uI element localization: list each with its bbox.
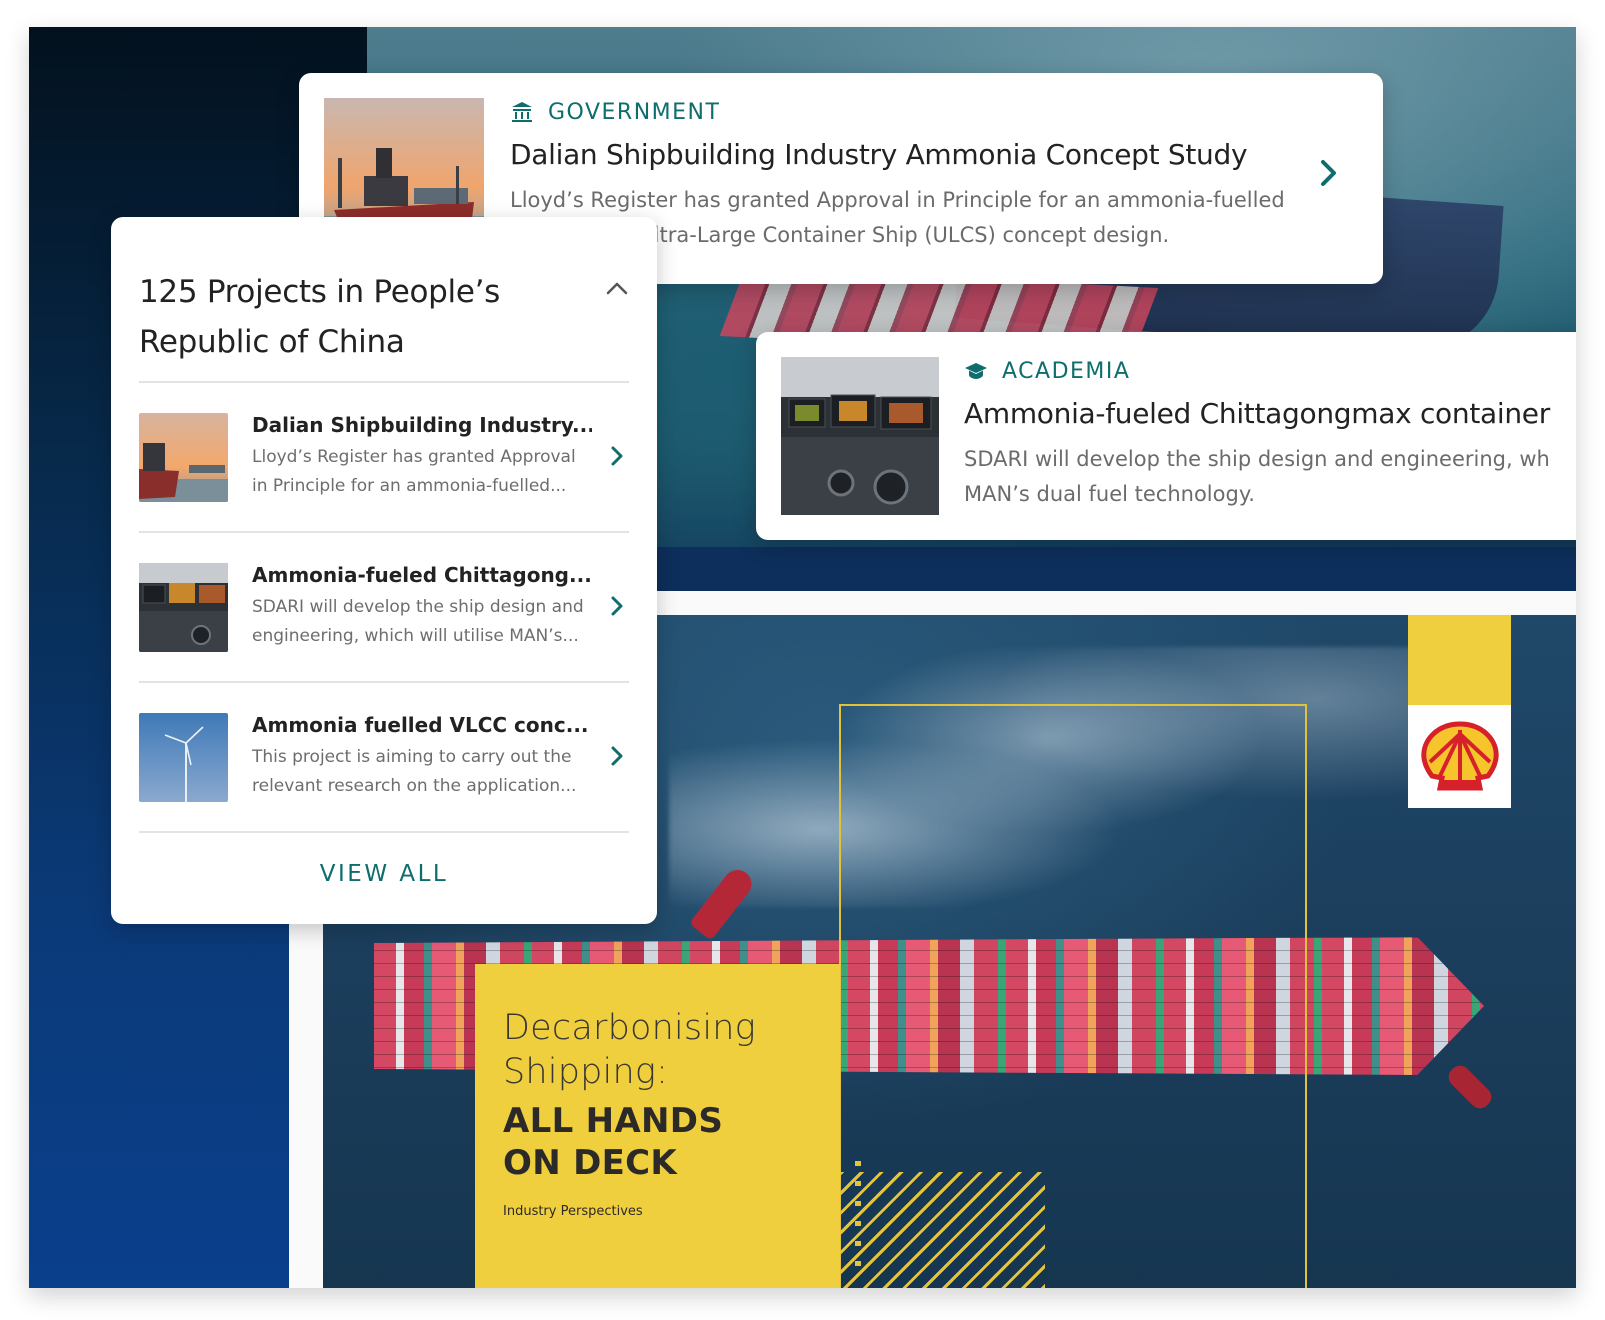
bank-icon bbox=[510, 100, 534, 124]
list-item-title: Dalian Shipbuilding Industry... bbox=[252, 413, 592, 437]
description-line: MAN’s dual fuel technology. bbox=[964, 482, 1255, 506]
list-item-title: Ammonia fuelled VLCC conc... bbox=[252, 713, 589, 737]
list-item-text: Ammonia-fueled Chittagong... SDARI will … bbox=[252, 563, 592, 651]
promo-card[interactable]: Decarbonising Shipping: ALL HANDS ON DEC… bbox=[475, 964, 840, 1288]
card-content: ACADEMIA Ammonia-fueled Chittagongmax co… bbox=[964, 357, 1550, 515]
category-label: ACADEMIA bbox=[964, 357, 1550, 385]
promo-stripes bbox=[840, 1172, 1045, 1288]
shell-logo bbox=[1408, 705, 1511, 808]
project-thumbnail bbox=[139, 712, 228, 802]
chevron-right-icon[interactable] bbox=[1315, 159, 1343, 187]
promo-headline-line: ON DECK bbox=[503, 1143, 678, 1183]
promo-headline: ALL HANDS ON DECK bbox=[503, 1100, 812, 1184]
list-item-text: Dalian Shipbuilding Industry... Lloyd’s … bbox=[252, 413, 592, 501]
chevron-right-icon[interactable] bbox=[605, 744, 629, 768]
chevron-right-icon[interactable] bbox=[605, 444, 629, 468]
promo-headline-line: ALL HANDS bbox=[503, 1101, 724, 1141]
project-title: Ammonia-fueled Chittagongmax container bbox=[964, 397, 1550, 430]
shell-logo-icon bbox=[1420, 720, 1499, 790]
promo-title-line: Decarbonising bbox=[503, 1008, 756, 1048]
view-all-button[interactable]: VIEW ALL bbox=[139, 861, 629, 887]
category-label: GOVERNMENT bbox=[510, 98, 1300, 126]
project-card[interactable]: ACADEMIA Ammonia-fueled Chittagongmax co… bbox=[756, 332, 1576, 540]
project-thumbnail bbox=[139, 412, 228, 502]
promo-title-line: Shipping: bbox=[503, 1052, 669, 1092]
list-item[interactable]: Dalian Shipbuilding Industry... Lloyd’s … bbox=[139, 383, 629, 533]
graduation-cap-icon bbox=[964, 359, 988, 383]
project-thumbnail bbox=[781, 357, 939, 515]
list-header: 125 Projects in People’s Republic of Chi… bbox=[139, 217, 629, 383]
list-item[interactable]: Ammonia-fueled Chittagong... SDARI will … bbox=[139, 533, 629, 683]
projects-list-card: 125 Projects in People’s Republic of Chi… bbox=[111, 217, 657, 924]
logo-tab bbox=[1408, 615, 1511, 705]
list-item-description: SDARI will develop the ship design and e… bbox=[252, 597, 584, 646]
list-item-description: This project is aiming to carry out the … bbox=[252, 747, 577, 796]
list-title: 125 Projects in People’s Republic of Chi… bbox=[139, 274, 501, 360]
screenshot-frame: Decarbonising Shipping: ALL HANDS ON DEC… bbox=[29, 27, 1576, 1288]
promo-subtitle: Industry Perspectives bbox=[503, 1204, 643, 1219]
category-text: ACADEMIA bbox=[1002, 358, 1131, 384]
promo-dots bbox=[855, 1161, 861, 1281]
list-item[interactable]: Ammonia fuelled VLCC conc... This projec… bbox=[139, 683, 629, 833]
project-title: Dalian Shipbuilding Industry Ammonia Con… bbox=[510, 138, 1248, 171]
project-description: SDARI will develop the ship design and e… bbox=[964, 442, 1550, 512]
list-item-title: Ammonia-fueled Chittagong... bbox=[252, 563, 592, 587]
chevron-up-icon[interactable] bbox=[605, 277, 629, 301]
list-item-description: Lloyd’s Register has granted Approval in… bbox=[252, 447, 576, 496]
category-text: GOVERNMENT bbox=[548, 99, 721, 125]
chevron-right-icon[interactable] bbox=[605, 594, 629, 618]
list-item-text: Ammonia fuelled VLCC conc... This projec… bbox=[252, 713, 592, 801]
description-line: SDARI will develop the ship design and e… bbox=[964, 447, 1550, 471]
project-thumbnail bbox=[139, 562, 228, 652]
